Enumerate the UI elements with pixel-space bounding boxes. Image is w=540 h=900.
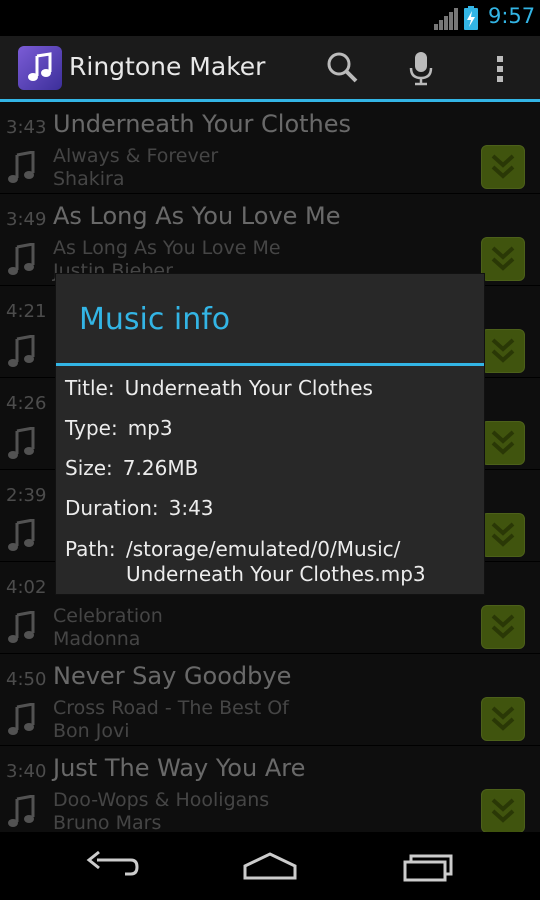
path-value-line2: Underneath Your Clothes.mp3 xyxy=(126,562,426,586)
info-path-row: Path: xyxy=(65,537,116,561)
info-type-row: Type: mp3 xyxy=(65,416,173,440)
search-icon[interactable] xyxy=(318,44,366,92)
navigation-bar xyxy=(0,832,540,900)
app-icon[interactable] xyxy=(18,46,62,90)
size-value: 7.26MB xyxy=(122,456,199,480)
title-label: Title: xyxy=(65,376,115,400)
recent-apps-icon[interactable] xyxy=(383,842,473,892)
size-label: Size: xyxy=(65,456,113,480)
battery-charging-icon xyxy=(464,6,478,30)
status-bar: 9:57 xyxy=(0,0,540,36)
dialog-divider xyxy=(56,363,484,366)
path-value-line1: /storage/emulated/0/Music/ xyxy=(126,537,401,561)
home-icon[interactable] xyxy=(225,842,315,892)
duration-label: Duration: xyxy=(65,496,159,520)
overflow-menu-icon[interactable] xyxy=(476,44,524,92)
music-note-icon xyxy=(28,52,52,81)
type-label: Type: xyxy=(65,416,118,440)
type-value: mp3 xyxy=(127,416,173,440)
app-title: Ringtone Maker xyxy=(69,52,266,81)
info-duration-row: Duration: 3:43 xyxy=(65,496,214,520)
title-value: Underneath Your Clothes xyxy=(124,376,373,400)
action-bar: Ringtone Maker xyxy=(0,36,540,100)
info-size-row: Size: 7.26MB xyxy=(65,456,198,480)
info-title-row: Title: Underneath Your Clothes xyxy=(65,376,373,400)
back-icon[interactable] xyxy=(67,842,157,892)
duration-value: 3:43 xyxy=(168,496,214,520)
path-value: /storage/emulated/0/Music/ Underneath Yo… xyxy=(126,537,476,587)
clock: 9:57 xyxy=(488,4,536,28)
signal-icon xyxy=(434,8,458,30)
music-info-dialog: Music info Title: Underneath Your Clothes… xyxy=(56,274,484,594)
microphone-icon[interactable] xyxy=(397,44,445,92)
path-label: Path: xyxy=(65,537,116,561)
dialog-title: Music info xyxy=(79,302,231,337)
